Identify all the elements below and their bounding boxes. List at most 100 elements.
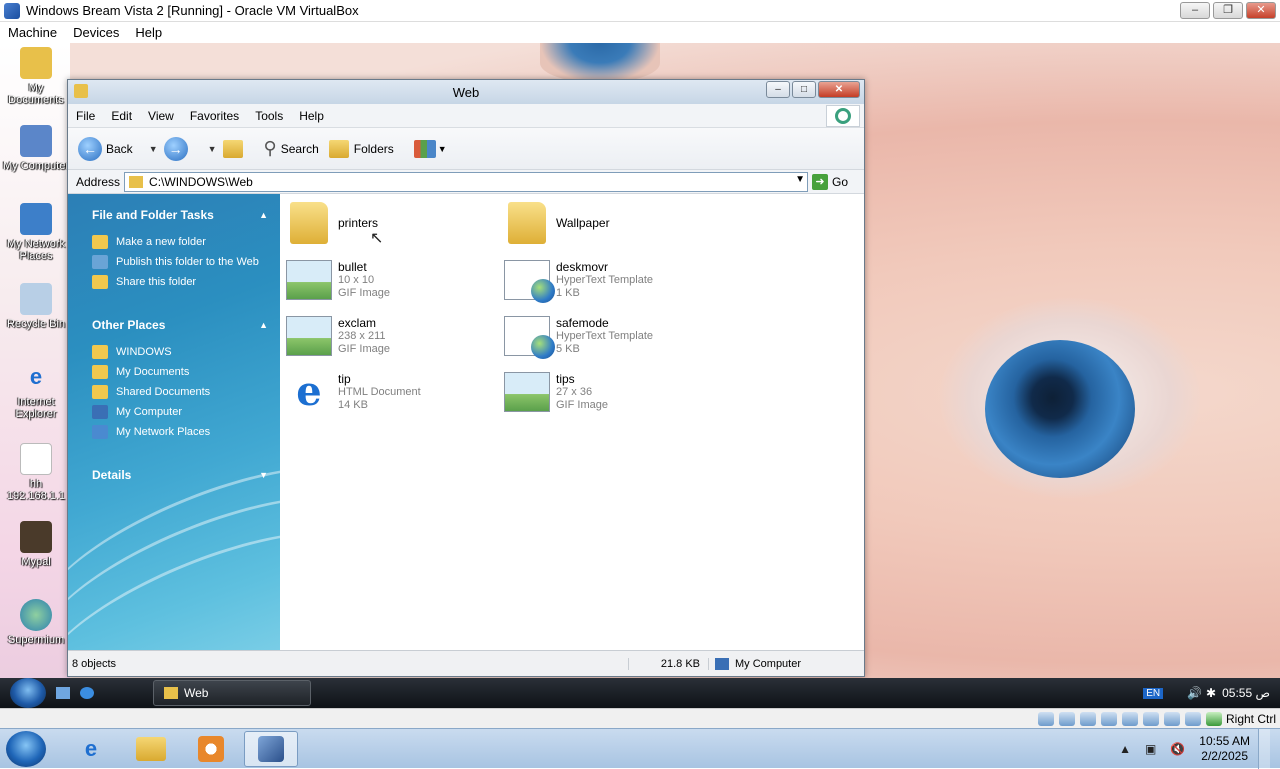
restore-button[interactable]: ❐ [1213,2,1243,19]
host-clock[interactable]: 10:55 AM 2/2/2025 [1199,734,1250,764]
recording-icon[interactable] [1184,711,1201,726]
explorer-title-bar[interactable]: Web – □ ✕ [68,80,864,104]
collapse-icon[interactable]: ▲ [259,210,268,220]
guest-taskbar: Web EN 🔊 ✱ 05:55 ص [0,678,1280,708]
usb-icon[interactable] [1121,711,1138,726]
back-button[interactable]: ← Back [78,136,133,161]
virtualbox-menu-bar: Machine Devices Help [0,22,1280,43]
file-item-exclam[interactable]: exclam 238 x 211 GIF Image [286,316,390,356]
desktop-icon-my-documents[interactable]: My Documents [0,47,72,106]
ie-icon: e [29,364,43,389]
menu-view[interactable]: View [140,109,182,123]
file-item-printers[interactable]: printers [286,202,378,244]
task-publish-folder[interactable]: Publish this folder to the Web [68,252,280,272]
menu-edit[interactable]: Edit [103,109,140,123]
menu-help[interactable]: Help [127,25,170,40]
browser-icon [20,599,52,631]
folders-button[interactable]: Folders [328,139,394,158]
explorer-pinned-icon[interactable] [124,731,178,767]
network-status-icon[interactable]: ▣ [1145,742,1156,756]
guest-start-button[interactable] [10,678,46,708]
desktop-icon-hh[interactable]: hh 192.168.1.1 [0,443,72,502]
gif-image-icon [504,372,550,412]
address-dropdown-icon[interactable]: ▼ [795,174,805,185]
file-icon [20,443,52,475]
language-indicator[interactable]: EN [1143,687,1164,699]
start-button[interactable] [6,731,46,767]
computer-icon [715,657,729,670]
address-input[interactable]: C:\WINDOWS\Web ▼ [124,171,809,192]
media-player-pinned-icon[interactable] [184,731,238,767]
place-windows[interactable]: WINDOWS [68,342,280,362]
desktop-icon-supermium[interactable]: Supermium [0,599,72,646]
file-item-safemode[interactable]: safemode HyperText Template 5 KB [504,316,653,359]
host-system-tray: ▲ ▣ 🔇 10:55 AM 2/2/2025 [1119,729,1270,769]
ie-quicklaunch-icon[interactable] [80,687,94,699]
address-label: Address [76,174,121,189]
show-desktop-icon[interactable] [56,687,70,699]
close-button[interactable]: ✕ [1246,2,1276,19]
folder-icon [164,687,178,699]
status-location: My Computer [708,657,864,670]
file-item-wallpaper[interactable]: Wallpaper [504,202,610,244]
show-desktop-button[interactable] [1258,729,1270,769]
hard-disk-icon[interactable] [1037,711,1054,726]
mouse-integration-icon[interactable] [1205,711,1222,726]
forward-button[interactable]: → [163,136,192,161]
place-my-network-places[interactable]: My Network Places [68,422,280,442]
up-folder-button[interactable] [222,139,248,158]
wallpaper-iris [985,340,1135,478]
back-history-dropdown[interactable]: ▼ [149,144,158,154]
go-arrow-icon: ➜ [812,173,829,190]
menu-file[interactable]: File [68,109,103,123]
collapse-icon[interactable]: ▲ [259,320,268,330]
desktop-icon-network-places[interactable]: My Network Places [0,203,72,262]
optical-drive-icon[interactable] [1058,711,1075,726]
desktop-icon-internet-explorer[interactable]: e Internet Explorer [0,361,72,420]
network-adapter-icon[interactable] [1100,711,1117,726]
ie-pinned-icon[interactable]: e [64,731,118,767]
guest-clock[interactable]: 05:55 ص [1222,686,1270,700]
menu-favorites[interactable]: Favorites [182,109,247,123]
desktop-icon-my-computer[interactable]: My Computer [0,125,72,172]
network-tray-icon[interactable]: ✱ [1206,686,1216,700]
other-places-header[interactable]: Other Places ▲ [68,314,280,336]
file-item-bullet[interactable]: bullet 10 x 10 GIF Image [286,260,390,300]
file-folder-tasks-header[interactable]: File and Folder Tasks ▲ [68,204,280,226]
menu-help[interactable]: Help [291,109,332,123]
shared-folders-icon[interactable] [1142,711,1159,726]
folder-icon [290,202,328,244]
place-my-computer[interactable]: My Computer [68,402,280,422]
task-share-folder[interactable]: Share this folder [68,272,280,292]
volume-muted-icon[interactable]: 🔇 [1170,742,1185,756]
explorer-close-button[interactable]: ✕ [818,81,860,98]
go-button[interactable]: ➜ Go [812,173,848,190]
place-my-documents[interactable]: My Documents [68,362,280,382]
explorer-minimize-button[interactable]: – [766,81,790,98]
virtualbox-status-bar: Right Ctrl [0,708,1280,728]
volume-icon[interactable]: 🔊 [1187,686,1202,700]
mouse-cursor-icon: ↖ [370,230,384,247]
hypertext-template-icon [504,260,555,303]
menu-devices[interactable]: Devices [65,25,127,40]
show-hidden-icons-icon[interactable]: ▲ [1119,742,1131,756]
desktop-icon-recycle-bin[interactable]: Recycle Bin [0,283,72,330]
file-item-tips[interactable]: tips 27 x 36 GIF Image [504,372,608,412]
menu-tools[interactable]: Tools [247,109,291,123]
place-shared-documents[interactable]: Shared Documents [68,382,280,402]
task-make-new-folder[interactable]: Make a new folder [68,232,280,252]
forward-history-dropdown[interactable]: ▼ [208,144,217,154]
virtualbox-app-icon [4,2,20,19]
virtualbox-pinned-icon[interactable] [244,731,298,767]
desktop-icon-mypal[interactable]: Mypal [0,521,72,568]
explorer-maximize-button[interactable]: □ [792,81,816,98]
file-item-tip[interactable]: e tip HTML Document 14 KB [286,372,420,412]
display-icon[interactable] [1163,711,1180,726]
views-button[interactable]: ▼ [413,139,447,158]
taskbar-button-web[interactable]: Web [153,680,311,706]
audio-icon[interactable] [1079,711,1096,726]
minimize-button[interactable]: – [1180,2,1210,19]
search-button[interactable]: ⚲ Search [264,138,319,159]
menu-machine[interactable]: Machine [0,25,65,40]
file-item-deskmovr[interactable]: deskmovr HyperText Template 1 KB [504,260,653,303]
